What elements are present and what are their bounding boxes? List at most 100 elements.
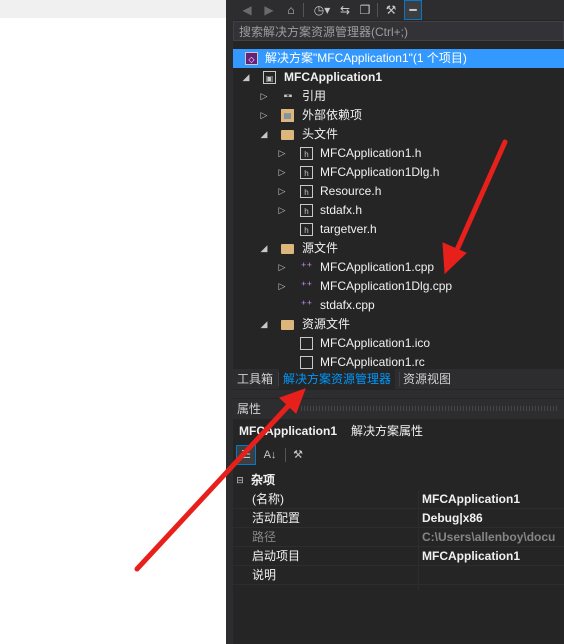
tree-item-source-file[interactable]: ▷ ⁺⁺ MFCApplication1.cpp <box>233 258 564 277</box>
collapse-all-icon[interactable]: ❐ <box>357 1 373 19</box>
tree-item-header-file[interactable]: ▷ h Resource.h <box>233 182 564 201</box>
property-name: 活动配置 <box>252 511 301 525</box>
collapsed-arrow-icon[interactable]: ▷ <box>277 163 287 182</box>
references-label: 引用 <box>302 89 327 103</box>
project-label: MFCApplication1 <box>284 70 382 84</box>
history-icon[interactable]: ◷▾ <box>311 1 333 19</box>
property-value[interactable]: Debug|x86 <box>422 509 483 528</box>
solution-tree: ◇ 解决方案"MFCApplication1"(1 个项目) ◢ ▣ MFCAp… <box>233 46 564 369</box>
properties-header[interactable]: 属性 <box>233 399 564 419</box>
tab-toolbox[interactable]: 工具箱 <box>233 369 277 389</box>
left-blank-area <box>0 0 226 644</box>
expanded-arrow-icon[interactable]: ◢ <box>259 125 269 144</box>
property-row[interactable]: 说明 <box>233 566 564 585</box>
tab-resource-view[interactable]: 资源视图 <box>399 369 455 389</box>
categorized-icon[interactable]: ☰ <box>236 445 256 465</box>
header-file-icon: h <box>300 147 313 160</box>
tree-item-source-file[interactable]: ⁺⁺ stdafx.cpp <box>233 296 564 315</box>
expanded-arrow-icon[interactable]: ◢ <box>259 239 269 258</box>
tree-item-source-file[interactable]: ▷ ⁺⁺ MFCApplication1Dlg.cpp <box>233 277 564 296</box>
property-value[interactable]: MFCApplication1 <box>422 490 520 509</box>
property-row[interactable]: 活动配置 Debug|x86 <box>233 509 564 528</box>
solution-icon: ◇ <box>245 52 258 65</box>
property-row[interactable]: 启动项目 MFCApplication1 <box>233 547 564 566</box>
forward-icon[interactable]: ▶ <box>261 1 277 19</box>
alphabetical-sort-icon[interactable]: A↓ <box>261 446 279 464</box>
tree-item-header-folder[interactable]: ◢ 头文件 <box>233 125 564 144</box>
property-name: 路径 <box>252 530 277 544</box>
resource-folder-label: 资源文件 <box>302 317 351 331</box>
property-name: (名称) <box>252 492 284 506</box>
header-file-icon: h <box>300 204 313 217</box>
home-icon[interactable]: ⌂ <box>283 1 299 19</box>
property-name: 说明 <box>252 568 277 582</box>
source-folder-label: 源文件 <box>302 241 339 255</box>
tree-item-external-deps[interactable]: ▷ ▤ 外部依赖项 <box>233 106 564 125</box>
source-file-label: stdafx.cpp <box>320 298 375 312</box>
category-label: 杂项 <box>251 473 276 487</box>
property-name: 启动项目 <box>252 549 301 563</box>
property-grid: ⊟ 杂项 (名称) MFCApplication1 活动配置 Debug|x86… <box>233 471 564 644</box>
tree-item-resource-folder[interactable]: ◢ 资源文件 <box>233 315 564 334</box>
panel-splitter[interactable] <box>226 0 233 644</box>
header-file-label: Resource.h <box>320 184 382 198</box>
tree-item-solution[interactable]: ◇ 解决方案"MFCApplication1"(1 个项目) <box>233 49 564 68</box>
property-pages-icon[interactable]: ⚒ <box>289 446 307 464</box>
tree-item-project[interactable]: ◢ ▣ MFCApplication1 <box>233 68 564 87</box>
solution-explorer-toolbar: ◀ ▶ ⌂ ◷▾ ⇆ ❐ ⚒ ━ <box>233 0 564 20</box>
tree-item-source-folder[interactable]: ◢ 源文件 <box>233 239 564 258</box>
tree-item-header-file[interactable]: ▷ h MFCApplication1.h <box>233 144 564 163</box>
object-name: MFCApplication1 <box>239 424 337 438</box>
collapsed-arrow-icon[interactable]: ▷ <box>259 87 269 106</box>
panel-tab-bar: 工具箱 解决方案资源管理器 资源视图 <box>233 369 564 389</box>
panel-divider[interactable] <box>233 390 564 398</box>
external-dependencies-icon: ▤ <box>281 109 294 122</box>
column-splitter[interactable] <box>418 490 419 590</box>
cpp-file-icon: ⁺⁺ <box>300 280 313 292</box>
expanded-arrow-icon[interactable]: ◢ <box>259 315 269 334</box>
collapsed-arrow-icon[interactable]: ▷ <box>277 201 287 220</box>
tree-item-references[interactable]: ▷ ▪▫▪ 引用 <box>233 87 564 106</box>
folder-icon <box>281 320 294 330</box>
property-value[interactable]: MFCApplication1 <box>422 547 520 566</box>
resource-file-label: MFCApplication1.ico <box>320 336 431 350</box>
expanded-arrow-icon[interactable]: ◢ <box>241 68 251 87</box>
project-icon: ▣ <box>263 71 276 84</box>
collapsed-arrow-icon[interactable]: ▷ <box>277 144 287 163</box>
category-misc[interactable]: ⊟ 杂项 <box>233 471 564 490</box>
collapsed-arrow-icon[interactable]: ▷ <box>277 277 287 296</box>
image-file-icon <box>300 337 313 350</box>
properties-toolbar: ☰ A↓ ⚒ <box>233 445 564 467</box>
collapse-icon[interactable]: ⊟ <box>235 471 245 490</box>
collapsed-arrow-icon[interactable]: ▷ <box>277 258 287 277</box>
property-row[interactable]: (名称) MFCApplication1 <box>233 490 564 509</box>
tree-item-header-file[interactable]: ▷ h stdafx.h <box>233 201 564 220</box>
object-type: 解决方案属性 <box>351 424 424 438</box>
tree-item-header-file[interactable]: ▷ h MFCApplication1Dlg.h <box>233 163 564 182</box>
header-file-icon: h <box>300 185 313 198</box>
search-box[interactable] <box>233 21 564 41</box>
header-file-icon: h <box>300 223 313 236</box>
sync-icon[interactable]: ⇆ <box>337 1 353 19</box>
folder-icon <box>281 244 294 254</box>
tab-solution-explorer[interactable]: 解决方案资源管理器 <box>279 369 396 389</box>
collapsed-arrow-icon[interactable]: ▷ <box>259 106 269 125</box>
solution-label: 解决方案"MFCApplication1"(1 个项目) <box>265 51 467 65</box>
tree-item-header-file[interactable]: h targetver.h <box>233 220 564 239</box>
external-deps-label: 外部依赖项 <box>302 108 363 122</box>
header-file-label: stdafx.h <box>320 203 363 217</box>
back-icon[interactable]: ◀ <box>239 1 255 19</box>
properties-object-selector[interactable]: MFCApplication1 解决方案属性 <box>233 420 564 442</box>
cpp-file-icon: ⁺⁺ <box>300 299 313 311</box>
pin-icon[interactable]: ━ <box>404 0 422 20</box>
search-input[interactable] <box>237 23 561 41</box>
drag-grip[interactable] <box>301 406 559 411</box>
header-folder-label: 头文件 <box>302 127 339 141</box>
collapsed-arrow-icon[interactable]: ▷ <box>277 182 287 201</box>
source-file-label: MFCApplication1.cpp <box>320 260 435 274</box>
properties-title: 属性 <box>237 402 262 416</box>
folder-icon <box>281 130 294 140</box>
tree-item-resource-file[interactable]: MFCApplication1.ico <box>233 334 564 353</box>
properties-icon[interactable]: ⚒ <box>383 1 399 19</box>
property-row[interactable]: 路径 C:\Users\allenboy\docu <box>233 528 564 547</box>
